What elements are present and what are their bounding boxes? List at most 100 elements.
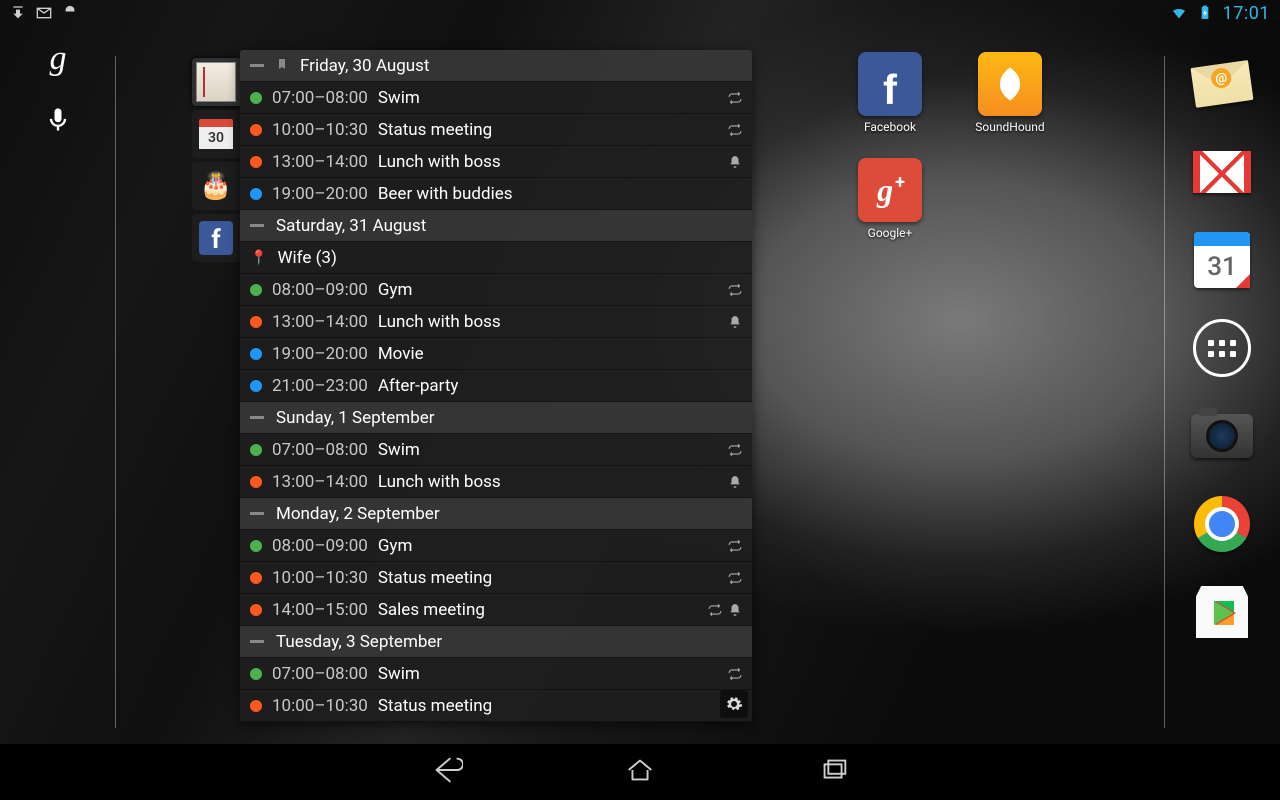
- event-time: 21:00–23:00: [272, 376, 368, 396]
- calendar-icon: 31: [1194, 232, 1250, 288]
- wifi-icon: [1171, 5, 1187, 21]
- back-button[interactable]: [429, 753, 463, 791]
- app-drawer-button[interactable]: [1190, 316, 1254, 380]
- color-dot: [250, 124, 262, 136]
- day-label: Sunday, 1 September: [276, 408, 435, 428]
- app-facebook[interactable]: f Facebook: [830, 52, 950, 158]
- app-chrome[interactable]: [1190, 492, 1254, 556]
- app-camera[interactable]: [1190, 404, 1254, 468]
- event-row[interactable]: 10:00–10:30 Status meeting: [240, 690, 752, 722]
- android-icon: [62, 5, 78, 21]
- collapse-icon: [250, 512, 264, 515]
- divider: [115, 56, 116, 728]
- app-soundhound[interactable]: SoundHound: [950, 52, 1070, 158]
- bell-icon: [728, 475, 742, 489]
- event-row[interactable]: 13:00–14:00Lunch with boss: [240, 466, 752, 498]
- event-time: 08:00–09:00: [272, 280, 368, 300]
- app-googleplus[interactable]: g+ Google+: [830, 158, 950, 264]
- color-dot: [250, 380, 262, 392]
- gmail-notif-icon: [36, 5, 52, 21]
- navigation-bar: [0, 744, 1280, 800]
- event-time: 07:00–08:00: [272, 88, 368, 108]
- color-dot: [250, 700, 262, 712]
- event-row[interactable]: 14:00–15:00Sales meeting: [240, 594, 752, 626]
- day-header[interactable]: Tuesday, 3 September: [240, 626, 752, 658]
- app-gmail[interactable]: [1190, 140, 1254, 204]
- day-header[interactable]: Friday, 30 August: [240, 50, 752, 82]
- color-dot: [250, 316, 262, 328]
- gear-icon: [725, 695, 743, 713]
- event-title: Sales meeting: [378, 600, 698, 620]
- tab-calendar[interactable]: 30: [192, 110, 240, 158]
- day-label: Tuesday, 3 September: [276, 632, 442, 652]
- chrome-icon: [1194, 496, 1250, 552]
- event-title: Lunch with boss: [378, 472, 718, 492]
- tab-agenda[interactable]: [192, 58, 240, 106]
- pin-icon: 📍: [250, 250, 267, 266]
- event-time: 10:00–10:30: [272, 696, 368, 716]
- facebook-icon: f: [199, 221, 233, 255]
- event-title: Status meeting: [378, 120, 718, 140]
- event-title: Status meeting: [378, 568, 718, 588]
- widget-tabs: 30 🎂 f: [192, 58, 240, 262]
- event-title: Swim: [378, 88, 718, 108]
- repeat-icon: [728, 571, 742, 585]
- agenda-widget[interactable]: Friday, 30 August 07:00–08:00 Swim 10:00–10…: [240, 50, 752, 722]
- event-title: Lunch with boss: [378, 152, 718, 172]
- facebook-icon: f: [858, 52, 922, 116]
- color-dot: [250, 92, 262, 104]
- google-search-icon[interactable]: g: [50, 40, 67, 78]
- voice-search-icon[interactable]: [44, 106, 72, 138]
- event-time: 07:00–08:00: [272, 664, 368, 684]
- event-time: 10:00–10:30: [272, 120, 368, 140]
- day-header[interactable]: Monday, 2 September: [240, 498, 752, 530]
- event-row[interactable]: 07:00–08:00Swim: [240, 434, 752, 466]
- event-title: Status meeting: [378, 696, 732, 716]
- cake-icon: 🎂: [200, 171, 232, 201]
- divider: [1164, 56, 1165, 728]
- event-title: After-party: [378, 376, 732, 396]
- event-row[interactable]: 10:00–10:30 Status meeting: [240, 114, 752, 146]
- widget-settings-button[interactable]: [720, 690, 748, 718]
- app-play-store[interactable]: [1190, 580, 1254, 644]
- tab-birthdays[interactable]: 🎂: [192, 162, 240, 210]
- event-row[interactable]: 13:00–14:00Lunch with boss: [240, 146, 752, 178]
- tab-facebook[interactable]: f: [192, 214, 240, 262]
- event-row[interactable]: 10:00–10:30Status meeting: [240, 562, 752, 594]
- event-title: Lunch with boss: [378, 312, 718, 332]
- googleplus-icon: g+: [858, 158, 922, 222]
- event-row[interactable]: 19:00–20:00Beer with buddies: [240, 178, 752, 210]
- collapse-icon: [250, 416, 264, 419]
- app-email[interactable]: @: [1190, 52, 1254, 116]
- event-row[interactable]: 21:00–23:00 After-party: [240, 370, 752, 402]
- event-row[interactable]: 19:00–20:00Movie: [240, 338, 752, 370]
- home-button[interactable]: [623, 753, 657, 791]
- gmail-icon: [1193, 151, 1251, 193]
- repeat-icon: [728, 539, 742, 553]
- day-label: Saturday, 31 August: [276, 216, 426, 236]
- bell-icon: [728, 603, 742, 617]
- repeat-icon: [728, 123, 742, 137]
- repeat-icon: [728, 667, 742, 681]
- color-dot: [250, 284, 262, 296]
- collapse-icon: [250, 224, 264, 227]
- event-time: 19:00–20:00: [272, 184, 368, 204]
- event-row[interactable]: 08:00–09:00Gym: [240, 530, 752, 562]
- collapse-icon: [250, 640, 264, 643]
- event-row[interactable]: 08:00–09:00 Gym: [240, 274, 752, 306]
- event-row[interactable]: 📍Wife (3): [240, 242, 752, 274]
- repeat-icon: [728, 283, 742, 297]
- day-header[interactable]: Saturday, 31 August: [240, 210, 752, 242]
- battery-charging-icon: [1197, 5, 1213, 21]
- camera-icon: [1191, 414, 1253, 458]
- event-row[interactable]: 13:00–14:00Lunch with boss: [240, 306, 752, 338]
- app-calendar[interactable]: 31: [1190, 228, 1254, 292]
- repeat-icon: [708, 603, 722, 617]
- recent-apps-button[interactable]: [817, 753, 851, 791]
- day-header[interactable]: Sunday, 1 September: [240, 402, 752, 434]
- day-label: Friday, 30 August: [300, 56, 429, 76]
- event-title: Gym: [378, 280, 718, 300]
- event-row[interactable]: 07:00–08:00 Swim: [240, 658, 752, 690]
- event-title: Swim: [378, 664, 718, 684]
- event-row[interactable]: 07:00–08:00 Swim: [240, 82, 752, 114]
